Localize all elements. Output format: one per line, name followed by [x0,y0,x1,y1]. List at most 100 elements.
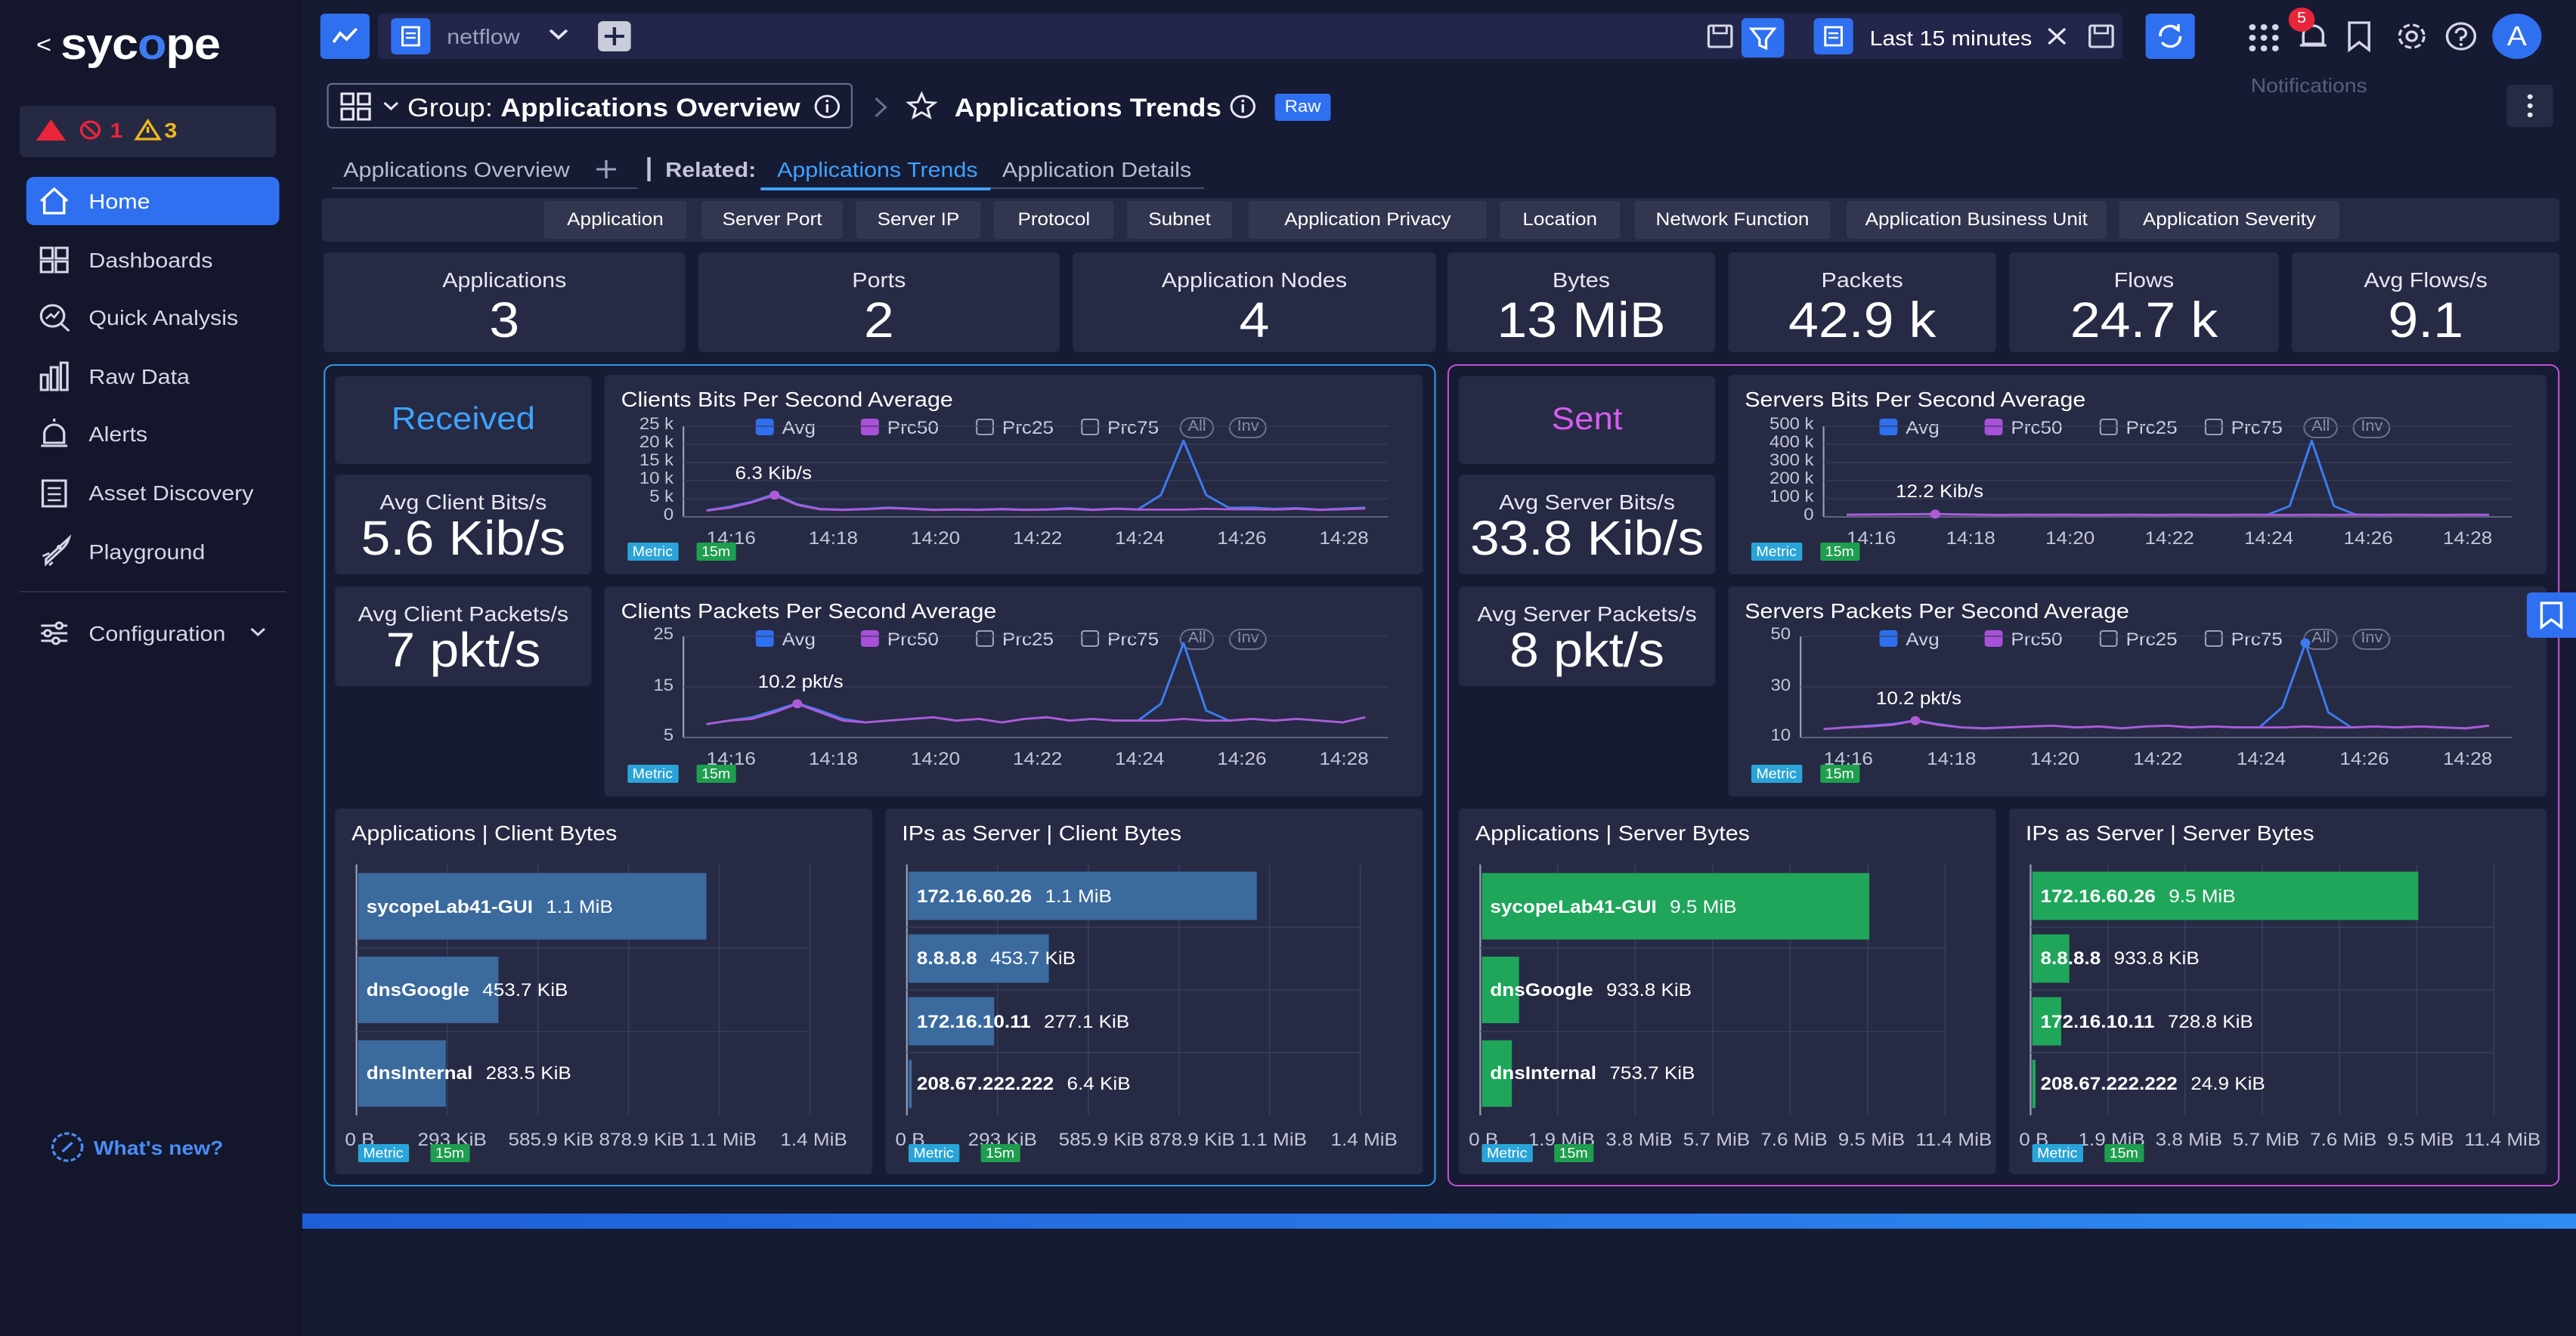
sidebar-item-dashboards[interactable]: Dashboards [26,236,280,284]
bar-label: 172.16.60.26 1.1 MiB [917,886,1112,907]
chart-title: Servers Packets Per Second Average [1745,598,2129,623]
add-filter-button[interactable] [598,21,631,51]
stat-card-application-nodes: Application Nodes 4 [1073,252,1436,352]
bar-category: 8.8.8.8 [2040,948,2101,970]
alarm-summary[interactable]: 1 3 [20,106,277,157]
y-tick-label: 20 k [639,434,674,452]
stat-value: 4 [1239,292,1270,348]
chevron-down-icon[interactable] [382,101,399,113]
filter-server-ip[interactable]: Server IP [856,201,981,239]
bar-value: 283.5 KiB [485,1062,571,1084]
source-select[interactable]: netflow [447,24,519,48]
bar-label: 172.16.10.11 277.1 KiB [917,1011,1129,1032]
highlight-point [769,490,780,500]
filter-application[interactable]: Application [543,201,687,239]
save-time-icon[interactable] [2086,23,2116,50]
line-chart-plot[interactable] [1822,425,2513,519]
x-tick-label: 5.7 MiB [2232,1129,2300,1150]
stat-value: 9.1 [2388,292,2464,348]
sycope-logo[interactable]: < sycope [36,21,221,71]
info-icon[interactable] [813,94,841,119]
bar-category: sycopeLab41-GUI [366,895,534,917]
user-avatar[interactable]: A [2492,14,2542,59]
interval-tag: 15m [1820,765,1859,783]
sidebar-item-quick-analysis[interactable]: Quick Analysis [26,293,280,342]
bar-label: 208.67.222.222 6.4 KiB [917,1074,1131,1095]
sidebar-item-configuration[interactable]: Configuration [26,609,280,657]
sidebar-item-asset-discovery[interactable]: Asset Discovery [26,469,280,517]
chevron-down-icon [250,627,266,637]
kpi-avg-client-bits: Avg Client Bits/s 5.6 Kib/s [335,475,592,574]
tab-applications-trends[interactable]: Applications Trends [777,157,978,181]
more-menu-button[interactable] [2506,85,2553,127]
x-tick-label: 14:22 [1012,748,1063,769]
time-range-label[interactable]: Last 15 minutes [1869,26,2032,50]
collapse-sidebar-icon[interactable]: < [36,34,51,60]
x-tick-label: 14:18 [1946,527,1995,549]
bar-category: 8.8.8.8 [916,948,977,970]
bar-label: 172.16.60.26 9.5 MiB [2040,886,2235,907]
bar-value: 1.1 MiB [546,895,613,917]
chevron-down-icon[interactable] [549,29,568,41]
clear-time-icon[interactable] [2047,27,2067,45]
add-tab-icon[interactable] [595,159,618,180]
y-tick-label: 5 [663,727,674,745]
filter-button[interactable] [1741,18,1785,57]
filter-server-port[interactable]: Server Port [701,201,844,239]
filter-application-severity[interactable]: Application Severity [2119,201,2340,239]
group-title: Group: Applications Overview [407,94,800,122]
info-icon[interactable] [1229,94,1257,119]
gear-icon[interactable] [2395,21,2428,51]
bar-label: 208.67.222.222 24.9 KiB [2040,1074,2265,1095]
x-tick-label: 14:24 [1115,748,1165,769]
whats-new-link[interactable]: What's new? [49,1130,223,1164]
critical-count: 1 [110,118,123,142]
filter-location[interactable]: Location [1500,201,1621,239]
bar-category: 172.16.60.26 [2040,885,2156,907]
bar-value: 277.1 KiB [1044,1010,1130,1032]
filter-subnet[interactable]: Subnet [1127,201,1233,239]
source-icon-button[interactable] [391,18,431,54]
bookmark-plus-icon [2540,602,2563,630]
bar-label: dnsInternal 283.5 KiB [367,1063,571,1084]
stat-card-packets: Packets 42.9 k [1728,252,1996,352]
save-query-icon[interactable] [1705,23,1735,50]
x-tick-label: 3.8 MiB [1605,1129,1673,1150]
series-line-prc50 [1847,513,2489,516]
sidebar-item-playground[interactable]: Playground [26,527,280,576]
warning-count: 3 [164,118,178,142]
bar-category: 172.16.10.11 [916,1010,1031,1032]
x-tick-label: 14:20 [910,527,961,549]
refresh-button[interactable] [2145,14,2195,59]
filter-network-function[interactable]: Network Function [1634,201,1831,239]
y-tick-label: 100 k [1769,488,1814,506]
page-title: Applications Trends [954,94,1221,122]
filter-application-business-unit[interactable]: Application Business Unit [1847,201,2107,239]
sidebar-item-home[interactable]: Home [26,177,280,225]
bookmark-icon[interactable] [2346,21,2373,53]
tab-application-details[interactable]: Application Details [1002,157,1191,181]
x-tick-label: 11.4 MiB [1915,1129,1992,1150]
bar-label: sycopeLab41-GUI 9.5 MiB [1490,895,1736,917]
sidebar-item-alerts[interactable]: Alerts [26,410,280,458]
help-icon[interactable] [2444,21,2477,51]
series-line-prc50 [706,703,1366,725]
bar-value: 9.5 MiB [2169,885,2236,907]
star-icon[interactable] [906,91,938,119]
x-tick-label: 1.4 MiB [1330,1129,1398,1150]
tab-applications-overview[interactable]: Applications Overview [343,157,569,181]
footer-area [302,1214,2576,1336]
apps-grid-icon[interactable] [2247,21,2280,51]
sidebar-item-raw-data[interactable]: Raw Data [26,352,280,400]
x-tick-label: 14:26 [2343,527,2393,549]
analytics-button[interactable] [320,14,370,59]
side-bookmark-button[interactable] [2526,592,2576,638]
bar-label: 8.8.8.8 933.8 KiB [2040,948,2199,970]
notification-badge: 5 [2288,8,2315,32]
x-tick-label: 585.9 KiB [1058,1129,1144,1150]
dashboard-group-icon [340,92,371,121]
filter-protocol[interactable]: Protocol [993,201,1114,239]
time-preset-button[interactable] [1813,18,1853,54]
filter-application-privacy[interactable]: Application Privacy [1248,201,1488,239]
kebab-icon [2527,94,2533,118]
